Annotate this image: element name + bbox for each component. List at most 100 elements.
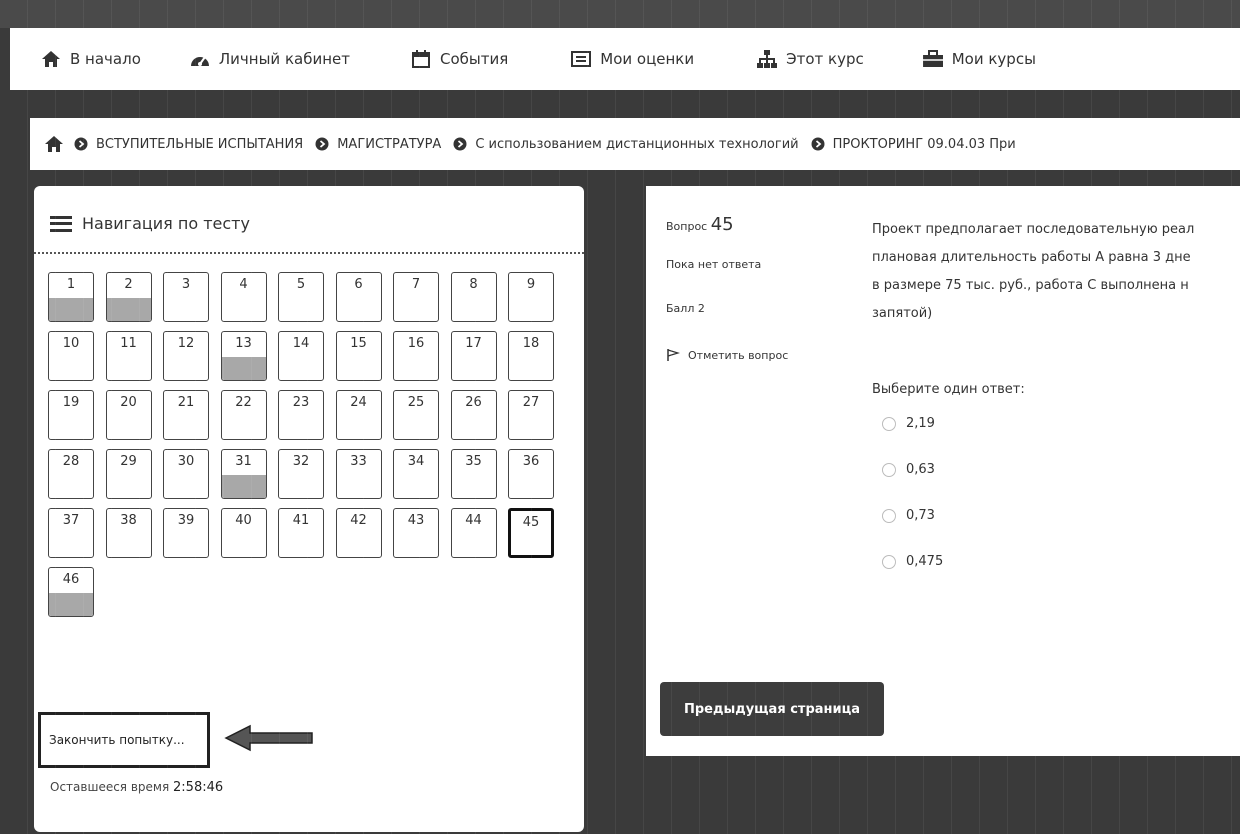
breadcrumb-item-entrance-exams[interactable]: ВСТУПИТЕЛЬНЫЕ ИСПЫТАНИЯ xyxy=(74,137,303,152)
nav-dashboard[interactable]: Личный кабинет xyxy=(189,49,350,69)
question-text: Проект предполагает последовательную реа… xyxy=(872,216,1240,328)
question-nav-button[interactable]: 28 xyxy=(48,449,94,499)
question-nav-button[interactable]: 36 xyxy=(508,449,554,499)
question-number: Вопрос 45 xyxy=(666,214,734,235)
question-nav-button[interactable]: 33 xyxy=(335,449,382,499)
question-nav-button[interactable]: 26 xyxy=(450,390,497,440)
nav-grades[interactable]: Мои оценки xyxy=(570,49,694,69)
nav-events[interactable]: События xyxy=(410,49,508,69)
answer-option[interactable]: 2,19 xyxy=(882,416,935,431)
question-nav-button[interactable]: 45 xyxy=(508,508,554,558)
breadcrumb-home-icon[interactable] xyxy=(44,135,64,153)
question-nav-button[interactable]: 14 xyxy=(278,331,324,381)
question-nav-button[interactable]: 22 xyxy=(220,390,267,440)
question-nav-button[interactable]: 15 xyxy=(335,331,382,381)
time-remaining-label: Оставшееся время xyxy=(50,780,170,794)
flag-question-label: Отметить вопрос xyxy=(688,348,789,362)
question-nav-button[interactable]: 34 xyxy=(393,449,439,499)
question-nav-button[interactable]: 11 xyxy=(105,331,152,381)
time-remaining-value: 2:58:46 xyxy=(173,780,224,795)
question-nav-number: 26 xyxy=(465,395,482,410)
radio-button[interactable] xyxy=(882,508,896,523)
question-text-line: Проект предполагает последовательную реа… xyxy=(872,222,1195,237)
question-nav-button[interactable]: 18 xyxy=(508,331,554,381)
question-nav-button[interactable]: 25 xyxy=(393,390,439,440)
breadcrumb-item-masters[interactable]: МАГИСТРАТУРА xyxy=(315,137,441,152)
question-nav-button[interactable]: 42 xyxy=(335,508,382,558)
question-nav-button[interactable]: 3 xyxy=(163,272,209,322)
question-nav-button[interactable]: 41 xyxy=(278,508,324,558)
question-nav-button[interactable]: 27 xyxy=(508,390,554,440)
question-nav-button[interactable]: 2 xyxy=(105,272,152,322)
question-nav-button[interactable]: 1 xyxy=(48,272,94,322)
question-nav-button[interactable]: 31 xyxy=(220,449,267,499)
dashboard-icon xyxy=(189,49,211,69)
question-nav-button[interactable]: 21 xyxy=(163,390,209,440)
previous-page-button[interactable]: Предыдущая страница xyxy=(660,682,884,736)
question-nav-button[interactable]: 5 xyxy=(278,272,324,322)
question-nav-button[interactable]: 10 xyxy=(48,331,94,381)
time-remaining: Оставшееся время 2:58:46 xyxy=(50,780,223,795)
nav-home[interactable]: В начало xyxy=(40,49,141,69)
question-nav-button[interactable]: 16 xyxy=(393,331,439,381)
question-nav-number: 44 xyxy=(465,513,482,528)
question-nav-button[interactable]: 44 xyxy=(450,508,497,558)
nav-my-courses[interactable]: Мои курсы xyxy=(922,49,1036,69)
radio-button[interactable] xyxy=(882,462,896,477)
answer-option[interactable]: 0,475 xyxy=(882,554,943,569)
question-nav-button[interactable]: 9 xyxy=(508,272,554,322)
question-nav-button[interactable]: 20 xyxy=(105,390,152,440)
question-nav-button[interactable]: 35 xyxy=(450,449,497,499)
question-nav-button[interactable]: 30 xyxy=(163,449,209,499)
hamburger-icon xyxy=(50,215,72,232)
question-nav-number: 30 xyxy=(177,454,195,469)
question-nav-button[interactable]: 17 xyxy=(450,331,497,381)
question-nav-number: 37 xyxy=(62,513,80,528)
question-nav-button[interactable]: 8 xyxy=(450,272,497,322)
flag-question[interactable]: Отметить вопрос xyxy=(666,348,788,362)
calendar-icon xyxy=(410,49,432,69)
question-nav-button[interactable]: 7 xyxy=(393,272,439,322)
question-nav-number: 24 xyxy=(350,395,367,410)
question-nav-button[interactable]: 6 xyxy=(335,272,382,322)
answer-option[interactable]: 0,63 xyxy=(882,462,935,477)
question-nav-number: 18 xyxy=(522,336,540,351)
radio-button[interactable] xyxy=(882,416,896,431)
question-nav-button[interactable]: 39 xyxy=(163,508,209,558)
question-nav-button[interactable]: 37 xyxy=(48,508,94,558)
question-nav-number: 13 xyxy=(235,336,252,351)
question-nav-number: 22 xyxy=(235,395,252,410)
finish-attempt-link[interactable]: Закончить попытку... xyxy=(49,733,185,747)
question-number-value: 45 xyxy=(710,214,734,235)
question-text-line: плановая длительность работы А равна 3 д… xyxy=(872,250,1191,265)
question-nav-button[interactable]: 24 xyxy=(335,390,382,440)
question-label: Вопрос xyxy=(666,220,708,233)
breadcrumb-item-proctoring[interactable]: ПРОКТОРИНГ 09.04.03 При xyxy=(811,137,1016,152)
question-nav-button[interactable]: 43 xyxy=(393,508,439,558)
question-nav-button[interactable]: 12 xyxy=(163,331,209,381)
answer-option-label: 0,63 xyxy=(906,462,935,477)
breadcrumb-item-distance[interactable]: С использованием дистанционных технологи… xyxy=(453,137,799,152)
chevron-circle-icon xyxy=(74,137,88,151)
question-nav-button[interactable]: 4 xyxy=(220,272,267,322)
question-nav-number: 7 xyxy=(411,277,421,292)
question-nav-number: 42 xyxy=(350,513,367,528)
quiz-navigation-title-label: Навигация по тесту xyxy=(82,214,250,233)
question-nav-button[interactable]: 23 xyxy=(278,390,324,440)
flag-icon xyxy=(666,348,681,362)
question-nav-number: 27 xyxy=(522,395,540,410)
nav-this-course[interactable]: Этот курс xyxy=(756,49,864,69)
question-nav-button[interactable]: 32 xyxy=(278,449,324,499)
question-nav-number: 36 xyxy=(522,454,540,469)
quiz-navigation-title[interactable]: Навигация по тесту xyxy=(50,214,250,233)
question-nav-button[interactable]: 46 xyxy=(48,567,94,617)
nav-home-label: В начало xyxy=(70,50,141,68)
question-nav-button[interactable]: 40 xyxy=(220,508,267,558)
question-nav-button[interactable]: 38 xyxy=(105,508,152,558)
question-nav-button[interactable]: 13 xyxy=(220,331,267,381)
answered-indicator xyxy=(221,474,266,498)
question-nav-button[interactable]: 19 xyxy=(48,390,94,440)
radio-button[interactable] xyxy=(882,554,896,569)
question-nav-button[interactable]: 29 xyxy=(105,449,152,499)
answer-option[interactable]: 0,73 xyxy=(882,508,935,523)
